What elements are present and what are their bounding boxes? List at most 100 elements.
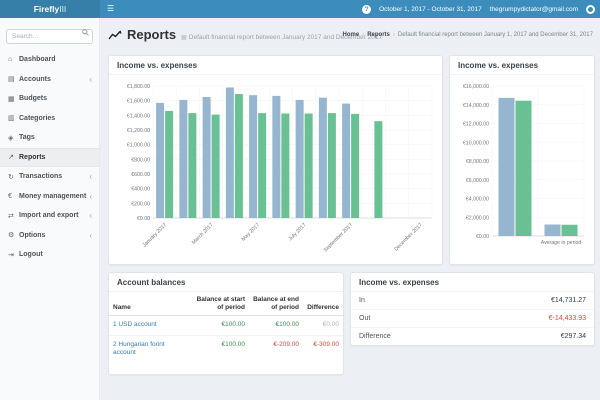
sidebar-item-options[interactable]: ⚙Options ‹ <box>0 226 99 246</box>
sidebar-item-categories[interactable]: ▥Categories <box>0 109 99 129</box>
breadcrumb-separator: › <box>362 32 364 38</box>
page-title: Reports <box>127 27 176 42</box>
line-chart-icon <box>108 30 122 40</box>
top-navbar: FireflyIII ☰ ? October 1, 2017 - October… <box>0 0 600 18</box>
svg-text:May 2017: May 2017 <box>241 222 261 242</box>
income-vs-expenses-totals-bar-chart: €0.00€2,000.00€4,000.00€6,000.00€8,000.0… <box>458 78 588 256</box>
sidebar-item-label: Accounts <box>19 76 51 83</box>
sidebar-item-label: Categories <box>19 115 55 122</box>
svg-text:€8,000.00: €8,000.00 <box>466 159 489 165</box>
sidebar-item-label: Dashboard <box>19 56 56 63</box>
svg-text:€0.00: €0.00 <box>476 234 489 240</box>
gears-icon: ⚙ <box>8 231 19 239</box>
summary-row: Out€-14,433.93 <box>351 309 594 327</box>
sidebar-item-logout[interactable]: ⇥Logout <box>0 245 99 265</box>
income-vs-expenses-monthly-bar-chart: €0.00€200.00€400.00€600.00€800.00€1,000.… <box>117 78 436 258</box>
svg-text:July 2017: July 2017 <box>288 222 308 242</box>
account-link[interactable]: 2 Hungarian forint account <box>113 341 165 356</box>
summary-rows: In €14,731.27 Out€-14,433.93 Difference €297… <box>351 292 594 345</box>
svg-text:€14,000.00: €14,000.00 <box>463 103 489 109</box>
sidebar-item-label: Reports <box>19 154 45 161</box>
user-email[interactable]: thegrumpydictator@gmail.com <box>490 6 578 13</box>
tag-icon: ◈ <box>8 134 19 142</box>
sidebar-item-tags[interactable]: ◈Tags <box>0 128 99 148</box>
breadcrumb-item[interactable]: Home <box>343 32 360 38</box>
power-icon[interactable] <box>586 5 595 14</box>
calendar-icon: ▦ <box>181 35 187 41</box>
account-link[interactable]: 1 USD account <box>113 321 157 328</box>
date-range-selector[interactable]: October 1, 2017 - October 31, 2017 <box>379 6 482 13</box>
sidebar-item-label: Money management <box>19 193 86 200</box>
summary-value: €14,731.27 <box>551 297 586 304</box>
sidebar-item-label: Budgets <box>19 95 47 102</box>
svg-text:€10,000.00: €10,000.00 <box>463 140 489 146</box>
chevron-left-icon: ‹ <box>89 75 92 84</box>
sidebar-item-label: Tags <box>19 134 35 141</box>
search-icon[interactable] <box>82 29 89 36</box>
sidebar-item-accounts[interactable]: ▤Accounts‹ <box>0 70 99 90</box>
sidebar-item-label: Logout <box>19 251 43 258</box>
panel-title: Account balances <box>109 273 343 292</box>
svg-text:€2,000.00: €2,000.00 <box>466 215 489 221</box>
chevron-left-icon: ‹ <box>89 172 92 181</box>
summary-label: Difference <box>359 333 391 340</box>
help-icon[interactable]: ? <box>362 5 371 14</box>
search-input[interactable] <box>6 29 93 44</box>
svg-text:December 2017: December 2017 <box>393 222 423 252</box>
svg-text:€1,800.00: €1,800.00 <box>127 84 150 90</box>
chevron-left-icon: ‹ <box>89 231 92 240</box>
sidebar-item-import-and-export[interactable]: ⇄Import and export‹ <box>0 206 99 226</box>
sidebar-item-label: Options <box>19 232 45 239</box>
account-name-cell: 2 Hungarian forint account <box>109 335 189 362</box>
column-header: Name <box>109 292 189 316</box>
breadcrumb: Home›Reports›Default financial report be… <box>343 32 593 38</box>
column-header: Balance at start of period <box>189 292 249 316</box>
sign-out-icon: ⇥ <box>8 251 19 259</box>
brand-bold: Firefly <box>34 4 60 14</box>
chevron-left-icon: ‹ <box>89 211 92 220</box>
panel-account-balances: Account balances NameBalance at start of… <box>108 272 344 375</box>
panel-title: Income vs. expenses <box>109 56 442 75</box>
sidebar-item-money-management[interactable]: €Money management‹ <box>0 187 99 207</box>
content-header: Reports ▦Default financial report betwee… <box>108 27 595 49</box>
sidebar: ⌂Dashboard▤Accounts‹▦Budgets▥Categories◈… <box>0 18 100 400</box>
bar-chart-icon: ▥ <box>8 114 19 122</box>
table-row: 2 Hungarian forint account€100.00€-209.0… <box>109 335 343 362</box>
brand-light: III <box>59 4 66 14</box>
svg-text:€12,000.00: €12,000.00 <box>463 122 489 128</box>
sidebar-item-transactions[interactable]: ↻Transactions‹ <box>0 167 99 187</box>
balance-end-cell: €-209.00 <box>249 335 303 362</box>
panel-income-expenses-totals: Income vs. expenses €0.00€2,000.00€4,000… <box>449 55 595 265</box>
svg-text:€600.00: €600.00 <box>131 172 150 178</box>
balance-end-cell: €100.00 <box>249 316 303 335</box>
svg-text:January 2017: January 2017 <box>142 222 169 249</box>
sidebar-toggle-icon[interactable]: ☰ <box>107 0 114 18</box>
sidebar-menu: ⌂Dashboard▤Accounts‹▦Budgets▥Categories◈… <box>0 50 99 265</box>
difference-cell: €-309.00 <box>303 335 343 362</box>
firefly-app-window: FireflyIII ☰ ? October 1, 2017 - October… <box>0 0 600 400</box>
summary-label: In <box>359 297 365 304</box>
column-header: Difference <box>303 292 343 316</box>
summary-value: €-14,433.93 <box>549 315 586 322</box>
sidebar-item-dashboard[interactable]: ⌂Dashboard <box>0 50 99 70</box>
sidebar-item-budgets[interactable]: ▦Budgets <box>0 89 99 109</box>
breadcrumb-item[interactable]: Reports <box>367 32 390 38</box>
brand-logo[interactable]: FireflyIII <box>0 0 100 18</box>
navbar-right: ? October 1, 2017 - October 31, 2017 the… <box>362 0 595 18</box>
account-balances-table: NameBalance at start of periodBalance at… <box>109 292 343 363</box>
svg-text:March 2017: March 2017 <box>191 222 215 246</box>
sidebar-search <box>6 25 93 44</box>
svg-text:€200.00: €200.00 <box>131 201 150 207</box>
summary-row: Difference €297.34 <box>351 327 594 345</box>
svg-text:€1,400.00: €1,400.00 <box>127 113 150 119</box>
svg-text:Average in period: Average in period <box>541 240 582 246</box>
sidebar-item-reports[interactable]: ↗Reports <box>0 148 99 168</box>
panel-title: Income vs. expenses <box>351 273 594 292</box>
panel-title: Income vs. expenses <box>450 56 594 75</box>
svg-text:€1,200.00: €1,200.00 <box>127 128 150 134</box>
svg-text:€800.00: €800.00 <box>131 157 150 163</box>
summary-row: In €14,731.27 <box>351 292 594 309</box>
svg-text:€6,000.00: €6,000.00 <box>466 178 489 184</box>
summary-value: €297.34 <box>561 333 586 340</box>
svg-text:€16,000.00: €16,000.00 <box>463 84 489 90</box>
